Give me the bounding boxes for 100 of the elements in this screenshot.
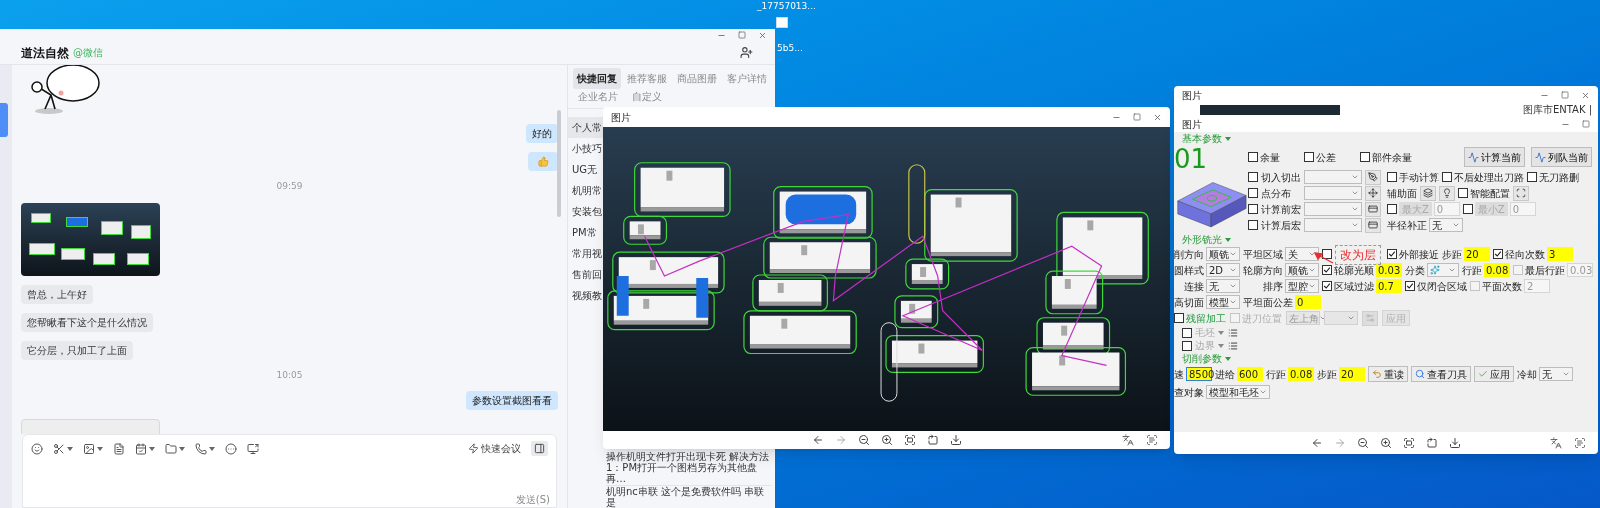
category-item[interactable]: 视频教 bbox=[568, 285, 603, 306]
icon-button[interactable] bbox=[1513, 185, 1529, 201]
input-field[interactable]: 20 bbox=[1339, 367, 1365, 381]
fit-screen-icon[interactable] bbox=[903, 434, 916, 446]
desktop-icon-label[interactable]: 5b5... bbox=[777, 42, 803, 56]
icon-button[interactable] bbox=[1365, 217, 1381, 233]
toolbar-button[interactable]: 查看刀具 bbox=[1411, 366, 1471, 382]
text-recognition-icon[interactable] bbox=[1574, 437, 1586, 449]
cad-image-thumbnail[interactable] bbox=[21, 202, 160, 276]
zoom-out-icon[interactable] bbox=[857, 434, 870, 446]
toolbar-button[interactable] bbox=[165, 442, 185, 455]
toolbar-button[interactable]: 重读 bbox=[1368, 366, 1408, 382]
dropdown[interactable]: 无 bbox=[1429, 218, 1463, 232]
rotate-icon[interactable] bbox=[1426, 437, 1438, 449]
category-item[interactable]: 小技巧 bbox=[568, 138, 603, 159]
toolbar-button[interactable] bbox=[31, 442, 43, 455]
checkbox[interactable] bbox=[1387, 249, 1397, 259]
calculate-button[interactable]: 计算当前 bbox=[1464, 147, 1525, 167]
category-item[interactable]: 售前回 bbox=[568, 264, 603, 285]
checkbox[interactable] bbox=[1527, 172, 1537, 182]
dropdown[interactable]: 模型 bbox=[1206, 295, 1240, 309]
dropdown[interactable]: 无 bbox=[1539, 367, 1573, 381]
toolbar-button[interactable] bbox=[225, 442, 237, 455]
panel-tab[interactable]: 商品图册 bbox=[673, 67, 721, 89]
checkbox[interactable] bbox=[1405, 281, 1415, 291]
toolbar-button[interactable] bbox=[53, 442, 73, 455]
category-item[interactable]: 机明常 bbox=[568, 180, 603, 201]
panel-tab[interactable]: 推荐客服 bbox=[623, 67, 671, 89]
category-item[interactable]: 安装包 bbox=[568, 201, 603, 222]
dropdown[interactable]: 顺铣 bbox=[1285, 263, 1319, 277]
panel-tab[interactable]: 快捷回复 bbox=[573, 67, 621, 89]
panel-subtab[interactable]: 自定义 bbox=[632, 91, 662, 103]
download-icon[interactable] bbox=[949, 434, 962, 446]
category-item[interactable]: PM常 bbox=[568, 222, 603, 243]
translate-icon[interactable] bbox=[1550, 437, 1562, 449]
checkbox[interactable] bbox=[1322, 249, 1332, 259]
panel-toggle-button[interactable] bbox=[531, 441, 548, 456]
checkbox[interactable] bbox=[1360, 152, 1370, 162]
close-icon[interactable] bbox=[1581, 90, 1590, 100]
checkbox[interactable] bbox=[1387, 204, 1397, 214]
panel-subtab[interactable]: 企业名片 bbox=[578, 91, 618, 103]
dropdown[interactable]: 顺铣 bbox=[1206, 247, 1240, 261]
toolbar-button[interactable] bbox=[113, 442, 125, 455]
text-recognition-icon[interactable] bbox=[1146, 434, 1158, 446]
input-field[interactable]: 3 bbox=[1547, 247, 1573, 261]
calculate-button[interactable]: 列队当前 bbox=[1531, 147, 1592, 167]
checkbox[interactable] bbox=[1248, 172, 1258, 182]
quick-reply-item[interactable]: 机明nc串联 这个是免费软件吗 串联是 bbox=[606, 486, 772, 508]
checkbox[interactable] bbox=[1248, 188, 1258, 198]
quick-reply-item[interactable]: 操作机明文件打开出现卡死 解决方法1：PM打开一个图档另存为其他盘再… bbox=[606, 451, 772, 486]
dropdown[interactable]: 模型和毛坯 bbox=[1206, 385, 1270, 399]
desktop-icon-label[interactable]: _17757013... bbox=[757, 0, 816, 14]
back-arrow-icon[interactable] bbox=[811, 434, 824, 446]
rotate-icon[interactable] bbox=[926, 434, 939, 446]
back-arrow-icon[interactable] bbox=[1311, 437, 1323, 449]
checkbox[interactable] bbox=[1493, 249, 1503, 259]
checkbox[interactable] bbox=[1387, 172, 1397, 182]
checkbox[interactable] bbox=[1304, 152, 1314, 162]
download-icon[interactable] bbox=[1449, 437, 1461, 449]
add-contact-icon[interactable] bbox=[740, 46, 753, 59]
checkbox[interactable] bbox=[1182, 327, 1192, 338]
input-field[interactable]: 0.7 bbox=[1376, 279, 1402, 293]
toolbar-button[interactable]: 应用 bbox=[1474, 366, 1514, 382]
zoom-in-icon[interactable] bbox=[1380, 437, 1392, 449]
input-field[interactable]: 0.08 bbox=[1484, 263, 1510, 277]
dialog-screenshot-thumbnail[interactable] bbox=[21, 419, 160, 434]
close-icon[interactable] bbox=[1153, 112, 1162, 122]
icon-button[interactable] bbox=[1365, 201, 1381, 217]
checkbox[interactable] bbox=[1442, 172, 1452, 182]
quick-meeting-button[interactable]: 快速会议 bbox=[468, 441, 521, 456]
checkbox[interactable] bbox=[1248, 220, 1258, 230]
checkbox[interactable] bbox=[1458, 188, 1468, 198]
dropdown[interactable]: 2D bbox=[1206, 263, 1240, 277]
dropdown[interactable]: 无 bbox=[1206, 279, 1240, 293]
icon-button[interactable] bbox=[1420, 185, 1436, 201]
input-field[interactable]: 0.08 bbox=[1288, 367, 1314, 381]
dropdown[interactable]: 关 bbox=[1285, 247, 1319, 261]
zoom-out-icon[interactable] bbox=[1357, 437, 1369, 449]
input-field[interactable]: 0.03 bbox=[1376, 263, 1402, 277]
checkbox[interactable] bbox=[1248, 152, 1258, 162]
input-field[interactable]: 0 bbox=[1295, 295, 1321, 309]
panel-tab[interactable]: 客户详情 bbox=[723, 67, 771, 89]
checkbox[interactable] bbox=[1322, 265, 1332, 275]
icon-button[interactable] bbox=[1365, 185, 1381, 201]
zoom-in-icon[interactable] bbox=[880, 434, 893, 446]
dropdown[interactable]: 型腔 bbox=[1285, 279, 1319, 293]
translate-icon[interactable] bbox=[1122, 434, 1134, 446]
input-field[interactable]: 20 bbox=[1464, 247, 1490, 261]
checkbox[interactable] bbox=[1174, 313, 1184, 323]
checkbox[interactable] bbox=[1248, 204, 1258, 214]
toolbar-button[interactable] bbox=[135, 442, 155, 455]
close-icon[interactable] bbox=[758, 30, 767, 40]
input-field[interactable]: 600 bbox=[1237, 367, 1263, 381]
checkbox[interactable] bbox=[1322, 281, 1332, 291]
icon-button[interactable] bbox=[1365, 169, 1381, 185]
checkbox[interactable] bbox=[1462, 204, 1473, 214]
toolbar-button[interactable] bbox=[247, 442, 259, 455]
checkbox[interactable] bbox=[1182, 340, 1192, 351]
toolbar-button[interactable] bbox=[83, 442, 103, 455]
category-item[interactable]: UG无 bbox=[568, 159, 603, 180]
